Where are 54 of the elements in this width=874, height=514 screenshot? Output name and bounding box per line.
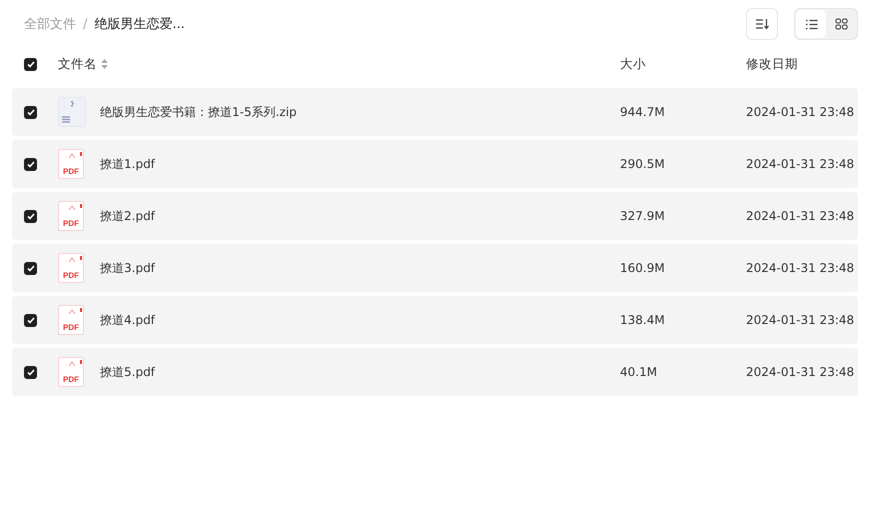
breadcrumb-separator: /: [83, 16, 88, 32]
checkbox[interactable]: [24, 106, 37, 118]
file-size: 40.1M: [620, 365, 658, 379]
modified-date: 2024-01-31 23:48: [746, 157, 856, 171]
breadcrumb-item[interactable]: 绝版男生恋爱...: [94, 15, 185, 33]
pdf-file-icon: PDF: [58, 149, 84, 179]
file-name: 撩道5.pdf: [100, 364, 156, 380]
file-row[interactable]: PDF 撩道3.pdf 160.9M 2024-01-31 23:48: [12, 244, 858, 292]
pdf-file-icon: PDF: [58, 305, 84, 335]
sort-icon: [755, 18, 769, 30]
check-icon: [26, 212, 34, 220]
file-name: 撩道4.pdf: [100, 312, 156, 328]
pdf-file-icon: PDF: [58, 201, 84, 231]
sort-button[interactable]: [746, 8, 778, 40]
checkbox[interactable]: [24, 58, 37, 70]
check-icon: [26, 368, 34, 376]
file-name: 绝版男生恋爱书籍：撩道1-5系列.zip: [100, 104, 298, 120]
checkbox[interactable]: [24, 262, 37, 274]
check-icon: [26, 264, 34, 272]
file-row[interactable]: 绝版男生恋爱书籍：撩道1-5系列.zip 944.7M 2024-01-31 23:48: [12, 88, 858, 136]
modified-date: 2024-01-31 23:48: [746, 105, 856, 119]
list-icon: [804, 18, 818, 30]
archive-file-icon: [58, 97, 86, 127]
file-size: 138.4M: [620, 313, 666, 327]
list-view-button[interactable]: [796, 10, 826, 38]
file-size: 327.9M: [620, 209, 666, 223]
file-row[interactable]: PDF 撩道1.pdf 290.5M 2024-01-31 23:48: [12, 140, 858, 188]
file-name: 撩道3.pdf: [100, 260, 156, 276]
check-icon: [26, 160, 34, 168]
pdf-file-icon: PDF: [58, 253, 84, 283]
checkbox[interactable]: [24, 366, 37, 378]
file-name: 撩道2.pdf: [100, 208, 156, 224]
file-row[interactable]: PDF 撩道4.pdf 138.4M 2024-01-31 23:48: [12, 296, 858, 344]
check-icon: [26, 316, 34, 324]
check-icon: [26, 60, 34, 68]
modified-date: 2024-01-31 23:48: [746, 209, 856, 223]
column-header[interactable]: 大小: [620, 56, 746, 72]
grid-icon: [834, 18, 848, 30]
check-icon: [26, 108, 34, 116]
file-size: 160.9M: [620, 261, 666, 275]
modified-date: 2024-01-31 23:48: [746, 365, 856, 379]
modified-date: 2024-01-31 23:48: [746, 261, 856, 275]
checkbox[interactable]: [24, 210, 37, 222]
file-row[interactable]: PDF 撩道5.pdf 40.1M 2024-01-31 23:48: [12, 348, 858, 396]
file-size: 290.5M: [620, 157, 666, 171]
checkbox[interactable]: [24, 314, 37, 326]
pdf-file-icon: PDF: [58, 357, 84, 387]
column-header[interactable]: 文件名: [58, 56, 97, 72]
checkbox[interactable]: [24, 158, 37, 170]
file-name: 撩道1.pdf: [100, 156, 156, 172]
column-header[interactable]: 修改日期: [746, 56, 858, 72]
file-row[interactable]: PDF 撩道2.pdf 327.9M 2024-01-31 23:48: [12, 192, 858, 240]
file-size: 944.7M: [620, 105, 666, 119]
modified-date: 2024-01-31 23:48: [746, 313, 856, 327]
